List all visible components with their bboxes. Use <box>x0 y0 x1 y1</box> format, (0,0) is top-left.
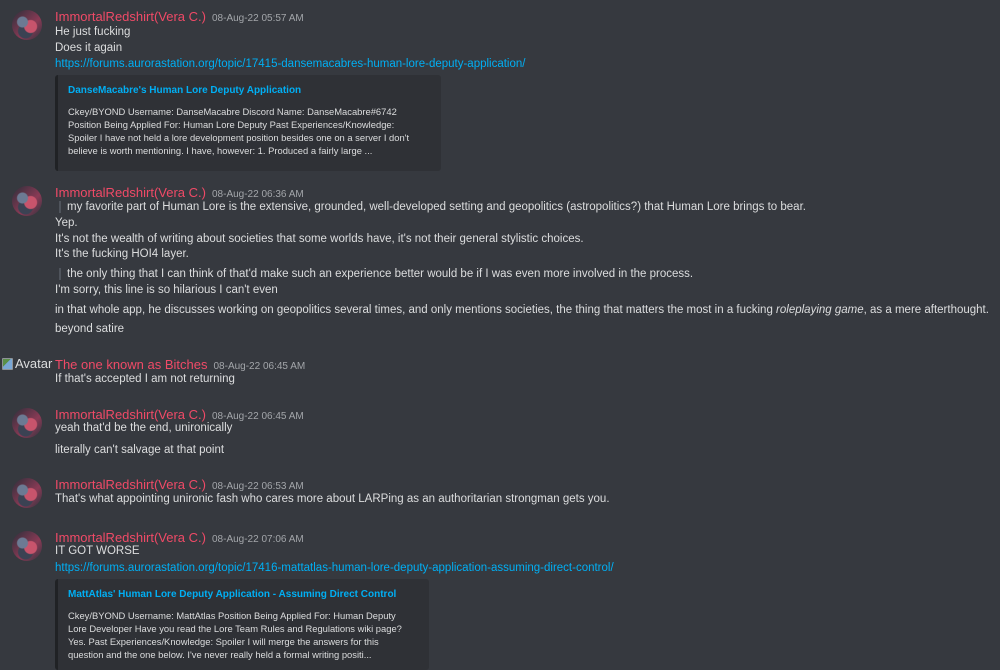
username[interactable]: ImmortalRedshirt(Vera C.) <box>55 477 206 492</box>
message-link-line: https://forums.aurorastation.org/topic/1… <box>55 58 525 70</box>
user-avatar[interactable] <box>12 408 42 438</box>
timestamp: 08-Aug-22 06:36 AM <box>211 189 304 200</box>
username[interactable]: ImmortalRedshirt(Vera C.) <box>55 530 206 545</box>
user-avatar[interactable] <box>12 478 42 508</box>
embed-title[interactable]: DanseMacabre's Human Lore Deputy Applica… <box>68 85 429 96</box>
user-avatar[interactable] <box>12 186 42 216</box>
block-quote: the only thing that I can think of that'… <box>59 268 693 280</box>
forum-link[interactable]: https://forums.aurorastation.org/topic/1… <box>55 562 614 574</box>
link-embed: MattAtlas' Human Lore Deputy Application… <box>55 579 429 670</box>
link-embed: DanseMacabre's Human Lore Deputy Applica… <box>55 75 441 171</box>
message-text: IT GOT WORSE <box>55 545 140 557</box>
timestamp: 08-Aug-22 06:45 AM <box>213 361 306 372</box>
message-text: I'm sorry, this line is so hilarious I c… <box>55 284 278 296</box>
message-text: He just fucking <box>55 26 131 38</box>
message-text: It's the fucking HOI4 layer. <box>55 248 189 260</box>
embed-description: Ckey/BYOND Username: MattAtlas Position … <box>68 610 402 660</box>
message-header: The one known as Bitches 08-Aug-22 06:45 … <box>55 356 305 374</box>
timestamp: 08-Aug-22 06:53 AM <box>211 481 304 492</box>
message-text: If that's accepted I am not returning <box>55 373 235 385</box>
avatar-placeholder[interactable]: Avatar <box>2 356 52 371</box>
message-header: ImmortalRedshirt(Vera C.) 08-Aug-22 06:36… <box>55 184 304 202</box>
text-segment: , as a mere afterthought. <box>863 304 989 316</box>
timestamp: 08-Aug-22 05:57 AM <box>211 13 304 24</box>
message-text: literally can't salvage at that point <box>55 444 225 456</box>
timestamp: 08-Aug-22 07:06 AM <box>211 534 304 545</box>
message-text: yeah that'd be the end, unironically <box>55 422 233 434</box>
avatar-alt-text: Avatar <box>15 356 53 371</box>
user-avatar[interactable] <box>12 10 42 40</box>
username[interactable]: ImmortalRedshirt(Vera C.) <box>55 9 206 24</box>
message-text: Yep. <box>55 217 78 229</box>
timestamp: 08-Aug-22 06:45 AM <box>211 411 304 422</box>
embed-description: Ckey/BYOND Username: DanseMacabre Discor… <box>68 106 410 156</box>
text-segment: in that whole app, he discusses working … <box>55 304 777 316</box>
message-text: That's what appointing unironic fash who… <box>55 493 610 505</box>
broken-image-icon <box>2 357 13 370</box>
message-link-line: https://forums.aurorastation.org/topic/1… <box>55 562 614 574</box>
forum-link[interactable]: https://forums.aurorastation.org/topic/1… <box>55 58 525 70</box>
username[interactable]: ImmortalRedshirt(Vera C.) <box>55 185 206 200</box>
message-header: ImmortalRedshirt(Vera C.) 08-Aug-22 05:57… <box>55 8 304 26</box>
username[interactable]: ImmortalRedshirt(Vera C.) <box>55 407 206 422</box>
emphasis-text: roleplaying game <box>776 304 864 316</box>
username[interactable]: The one known as Bitches <box>55 357 207 372</box>
message-text: beyond satire <box>55 323 125 335</box>
message-header: ImmortalRedshirt(Vera C.) 08-Aug-22 06:53… <box>55 476 304 494</box>
user-avatar[interactable] <box>12 531 42 561</box>
message-text: Does it again <box>55 42 123 54</box>
embed-title[interactable]: MattAtlas' Human Lore Deputy Application… <box>68 589 417 600</box>
message-text: in that whole app, he discusses working … <box>55 304 989 316</box>
message-text: It's not the wealth of writing about soc… <box>55 233 584 245</box>
block-quote: my favorite part of Human Lore is the ex… <box>59 201 806 213</box>
